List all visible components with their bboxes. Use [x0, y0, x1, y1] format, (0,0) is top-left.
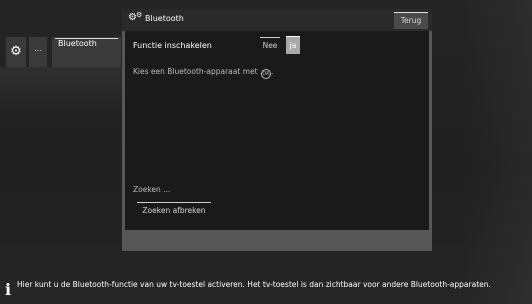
bluetooth-dialog: ⚙⚙ Bluetooth Terug Functie inschakelen N…: [122, 9, 432, 251]
dialog-body: Functie inschakelen Nee ja Kies een Blue…: [125, 31, 429, 230]
stop-search-button[interactable]: Zoeken afbreken: [137, 202, 211, 219]
option-yes-button[interactable]: ja: [286, 36, 300, 54]
button-highlight: [260, 37, 280, 38]
info-bar: i Hier kunt u de Bluetooth-functie van u…: [0, 277, 532, 304]
dialog-header: ⚙⚙ Bluetooth Terug: [122, 9, 432, 31]
menu-shadow: [0, 67, 122, 117]
gears-icon: ⚙⚙: [128, 11, 143, 23]
settings-menu-item[interactable]: ⚙: [6, 37, 26, 67]
background-glow: [462, 0, 532, 304]
button-highlight: [394, 12, 428, 13]
breadcrumb-more-item[interactable]: ...: [29, 37, 47, 67]
info-icon: i: [5, 280, 12, 299]
stop-search-label: Zoeken afbreken: [142, 206, 206, 215]
button-highlight: [137, 202, 211, 203]
back-button-label: Terug: [400, 16, 422, 25]
tv-screen: ⚙ ... Bluetooth ⚙⚙ Bluetooth Terug Funct…: [0, 0, 532, 304]
search-status: Zoeken ...: [133, 185, 171, 194]
info-text: Hier kunt u de Bluetooth-functie van uw …: [17, 280, 491, 289]
enable-function-label: Functie inschakelen: [133, 41, 212, 50]
back-button[interactable]: Terug: [394, 12, 428, 29]
more-label: ...: [34, 44, 42, 53]
button-highlight: [286, 36, 300, 37]
gear-icon: ⚙: [10, 44, 22, 59]
option-yes-label: ja: [289, 41, 297, 50]
option-no-button[interactable]: Nee: [260, 37, 280, 53]
ok-button-icon: OK: [260, 69, 271, 79]
hint-text: Kies een Bluetooth-apparaat met: [133, 67, 258, 76]
bluetooth-menu-label: Bluetooth: [58, 39, 97, 48]
select-device-hint: Kies een Bluetooth-apparaat met OK.: [133, 67, 273, 79]
bluetooth-menu-item[interactable]: Bluetooth: [52, 37, 121, 67]
dialog-title: Bluetooth: [145, 14, 184, 23]
hint-suffix: .: [270, 67, 274, 76]
option-no-label: Nee: [262, 41, 278, 50]
